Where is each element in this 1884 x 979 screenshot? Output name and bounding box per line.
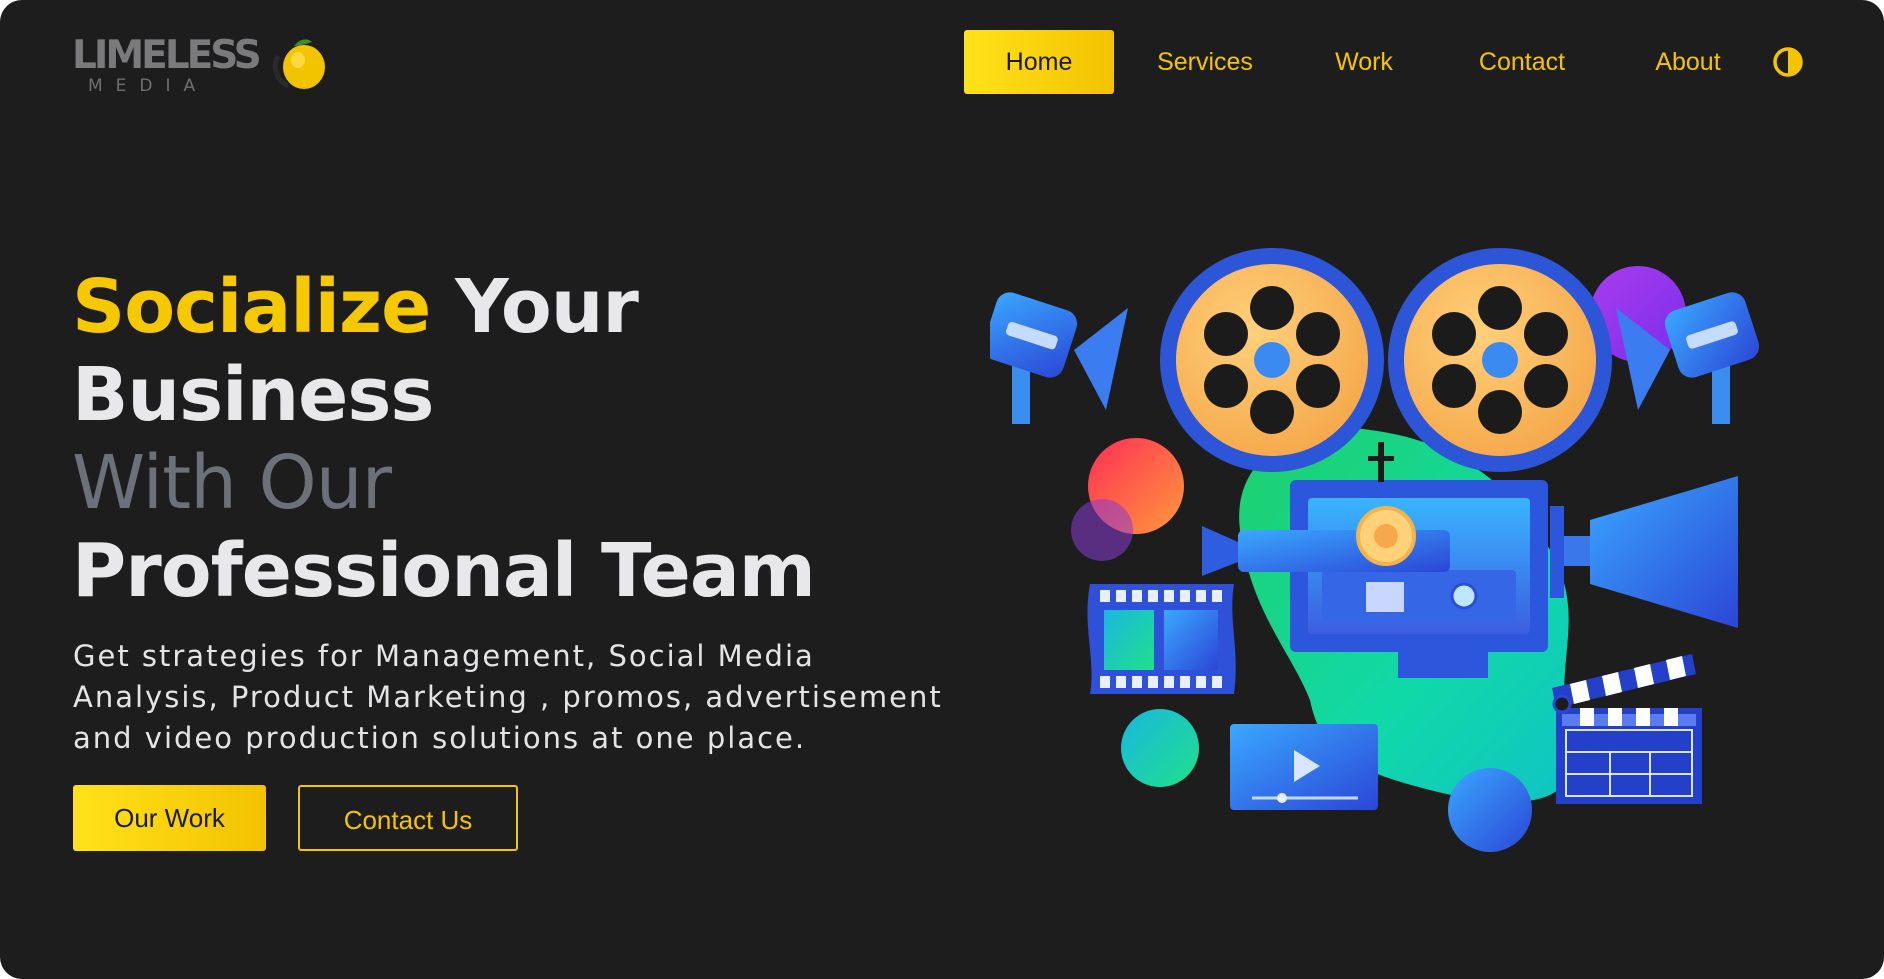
- hero-highlight: Socialize: [72, 264, 431, 350]
- hero-description-line: Analysis, Product Marketing , promos, ad…: [73, 680, 943, 714]
- film-reel-icon: [1388, 248, 1612, 472]
- clapperboard-icon: [1552, 654, 1702, 804]
- decor-circle-dark: [1071, 499, 1133, 561]
- film-strip-icon: [1087, 584, 1236, 694]
- logo-wordmark: LIMELESS: [72, 33, 262, 78]
- lemon-icon: [272, 39, 325, 89]
- hero-illustration: [990, 248, 1760, 852]
- nav-about[interactable]: About: [1640, 30, 1736, 94]
- video-player-icon: [1230, 724, 1378, 810]
- film-reel-icon: [1160, 248, 1384, 472]
- hero-line-3: With Our: [72, 440, 392, 526]
- nav-work[interactable]: Work: [1316, 30, 1412, 94]
- decor-circle-blue: [1448, 768, 1532, 852]
- spotlight-icon: [990, 292, 1128, 424]
- contrast-toggle-icon[interactable]: [1772, 46, 1804, 78]
- page-background: LIMELESS MEDIA Home Services Work Contac…: [0, 0, 1884, 979]
- contact-us-button[interactable]: Contact Us: [298, 785, 518, 851]
- hero-description: Get strategies for Management, Social Me…: [73, 636, 943, 759]
- nav-services[interactable]: Services: [1138, 30, 1272, 94]
- nav-home[interactable]: Home: [964, 30, 1114, 94]
- brand-logo[interactable]: LIMELESS MEDIA: [72, 30, 325, 100]
- hero-line-2: Business: [72, 352, 434, 438]
- hero-description-line: and video production solutions at one pl…: [73, 721, 807, 755]
- hero-line-1-rest: Your: [455, 264, 639, 350]
- decor-circle-green: [1121, 709, 1199, 787]
- nav-contact[interactable]: Contact: [1462, 30, 1582, 94]
- hero-line-4: Professional Team: [72, 528, 816, 614]
- hero-description-line: Get strategies for Management, Social Me…: [73, 639, 815, 673]
- our-work-button[interactable]: Our Work: [73, 785, 266, 851]
- logo-subtitle: MEDIA: [88, 76, 209, 96]
- hero-line-1: Socialize Your: [72, 270, 639, 344]
